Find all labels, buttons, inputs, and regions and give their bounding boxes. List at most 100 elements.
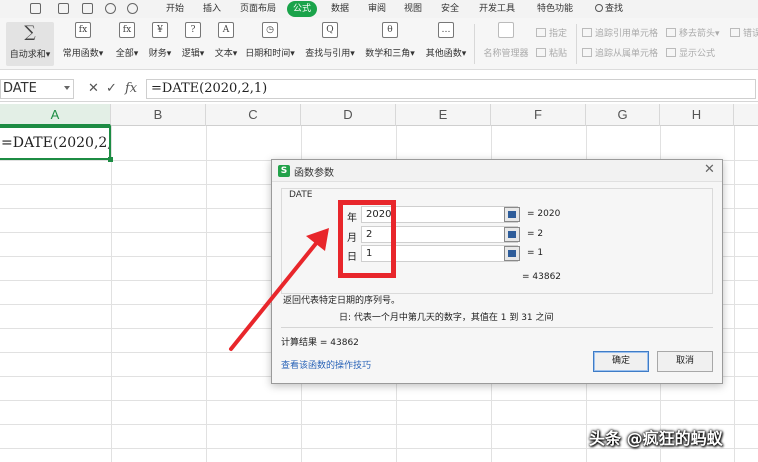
show-formulas-icon	[666, 48, 676, 57]
ribbon: ∑ 自动求和▾ fx 常用函数▾ fx 全部▾ ¥ 财务▾ ? 逻辑▾ A 文本…	[0, 18, 758, 70]
print-icon[interactable]	[58, 3, 69, 14]
common-functions-button[interactable]: fx 常用函数▾	[62, 22, 104, 66]
function-arguments-dialog: S 函数参数 ✕ DATE 年 2020 = 2020 月 2 = 2 日 1 …	[271, 159, 723, 384]
autosum-button[interactable]: ∑ 自动求和▾	[6, 22, 54, 66]
remove-arrows-button[interactable]: 移去箭头▾	[666, 26, 720, 39]
math-button[interactable]: θ 数学和三角▾	[364, 22, 416, 66]
logic-icon: ?	[185, 22, 201, 38]
error-check-button[interactable]: 错误	[730, 26, 758, 39]
help-link[interactable]: 查看该函数的操作技巧	[281, 358, 371, 371]
logic-label: 逻辑▾	[181, 49, 205, 59]
search-icon	[595, 4, 603, 12]
lookup-icon: Q	[322, 22, 338, 38]
formula-input[interactable]: =DATE(2020,2,1)	[146, 79, 756, 99]
column-header-f[interactable]: F	[491, 104, 586, 126]
menu-bar: 开始 插入 页面布局 公式 数据 审阅 视图 安全 开发工具 特色功能 查找	[0, 0, 758, 18]
function-total-result: = 43862	[522, 272, 562, 282]
other-functions-button[interactable]: … 其他函数▾	[423, 22, 469, 66]
formula-bar: DATE ✕ ✓ fx =DATE(2020,2,1)	[0, 76, 758, 102]
collapse-dialog-icon[interactable]	[504, 246, 520, 261]
arg-result-day: = 1	[527, 248, 544, 258]
tab-developer[interactable]: 开发工具	[479, 0, 515, 18]
save-icon[interactable]	[30, 3, 41, 14]
name-manager-icon	[498, 22, 514, 38]
column-header-g[interactable]: G	[586, 104, 660, 126]
tab-review[interactable]: 审阅	[368, 0, 386, 18]
dialog-titlebar[interactable]: S 函数参数 ✕	[272, 160, 722, 182]
error-check-label: 错误	[743, 29, 758, 39]
finance-icon: ¥	[152, 22, 168, 38]
active-cell[interactable]: =DATE(2020,2,1)	[0, 126, 111, 160]
tab-view[interactable]: 视图	[404, 0, 422, 18]
show-formulas-button[interactable]: 显示公式	[666, 46, 715, 59]
grid-line	[206, 126, 207, 462]
name-manager-button[interactable]: 名称管理器	[481, 22, 531, 66]
chevron-down-icon[interactable]	[64, 86, 70, 90]
column-header-h[interactable]: H	[660, 104, 734, 126]
collapse-dialog-icon[interactable]	[504, 227, 520, 242]
trace-dependents-icon	[582, 48, 592, 57]
grid-line	[111, 126, 112, 462]
all-functions-button[interactable]: fx 全部▾	[112, 22, 142, 66]
cancel-formula-icon[interactable]: ✕	[88, 79, 99, 99]
search-label: 查找	[605, 4, 624, 14]
datetime-label: 日期和时间▾	[245, 49, 295, 59]
datetime-button[interactable]: ◷ 日期和时间▾	[245, 22, 295, 66]
watermark: 头条 @疯狂的蚂蚁	[589, 429, 723, 448]
trace-precedents-label: 追踪引用单元格	[595, 29, 659, 39]
remove-arrows-icon	[666, 28, 676, 37]
text-functions-label: 文本▾	[214, 49, 238, 59]
trace-precedents-button[interactable]: 追踪引用单元格	[582, 26, 658, 39]
all-functions-icon: fx	[119, 22, 135, 38]
redo-icon[interactable]	[127, 3, 138, 14]
grid-line	[734, 126, 735, 462]
column-header-b[interactable]: B	[111, 104, 206, 126]
paste-name-button[interactable]: 粘贴	[536, 46, 567, 59]
function-icon: fx	[75, 22, 91, 38]
text-functions-button[interactable]: A 文本▾	[211, 22, 241, 66]
trace-dependents-button[interactable]: 追踪从属单元格	[582, 46, 658, 59]
close-icon[interactable]: ✕	[704, 162, 715, 178]
collapse-dialog-icon[interactable]	[504, 207, 520, 222]
show-formulas-label: 显示公式	[679, 49, 716, 59]
cancel-button[interactable]: 取消	[657, 351, 713, 372]
finance-button[interactable]: ¥ 财务▾	[145, 22, 175, 66]
tab-formulas[interactable]: 公式	[287, 1, 318, 17]
lookup-button[interactable]: Q 查找与引用▾	[304, 22, 356, 66]
ok-button[interactable]: 确定	[593, 351, 649, 372]
tab-insert[interactable]: 插入	[203, 0, 221, 18]
sum-icon: ∑	[24, 22, 36, 41]
name-box[interactable]: DATE	[0, 79, 74, 99]
undo-icon[interactable]	[105, 3, 116, 14]
tab-page-layout[interactable]: 页面布局	[240, 0, 276, 18]
divider	[281, 327, 713, 328]
all-functions-label: 全部▾	[115, 49, 139, 59]
other-functions-label: 其他函数▾	[425, 49, 467, 59]
ribbon-divider	[474, 24, 475, 64]
fill-handle[interactable]	[108, 157, 113, 162]
tab-special-features[interactable]: 特色功能	[537, 0, 573, 18]
logic-button[interactable]: ? 逻辑▾	[178, 22, 208, 66]
autosum-label: 自动求和▾	[9, 50, 51, 60]
preview-icon[interactable]	[82, 3, 93, 14]
paste-label: 粘贴	[549, 49, 568, 59]
search-button[interactable]: 查找	[595, 0, 623, 18]
specify-button[interactable]: 指定	[536, 26, 567, 39]
tab-security[interactable]: 安全	[441, 0, 459, 18]
column-header-a[interactable]: A	[0, 104, 111, 126]
confirm-formula-icon[interactable]: ✓	[106, 79, 117, 99]
function-name: DATE	[289, 190, 313, 200]
tab-data[interactable]: 数据	[331, 0, 349, 18]
column-header-row: A B C D E F G H	[0, 104, 758, 126]
column-header-e[interactable]: E	[396, 104, 491, 126]
math-icon: θ	[382, 22, 398, 38]
arg-result-month: = 2	[527, 229, 544, 239]
column-header-c[interactable]: C	[206, 104, 301, 126]
insert-function-icon[interactable]: fx	[125, 79, 137, 99]
remove-arrows-label: 移去箭头▾	[679, 29, 720, 39]
highlight-box	[338, 200, 396, 278]
column-header-d[interactable]: D	[301, 104, 396, 126]
tab-home[interactable]: 开始	[166, 0, 184, 18]
other-functions-icon: …	[438, 22, 454, 38]
app-logo-icon: S	[278, 165, 290, 177]
